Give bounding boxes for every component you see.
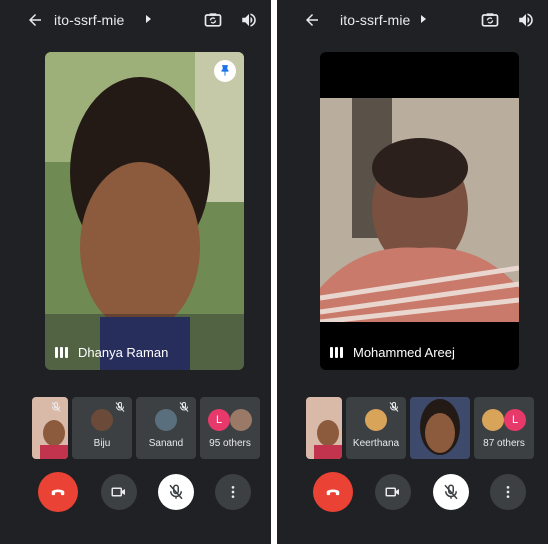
self-view-tile[interactable] [306,397,342,459]
mic-off-icon [51,401,61,412]
participant-label: Sanand [148,438,184,449]
end-call-icon [51,489,65,496]
audio-level-icon [330,347,343,358]
participant-tile[interactable] [410,397,470,459]
avatar [230,409,252,431]
participant-tile[interactable]: Sanand [136,397,196,459]
camera-button[interactable] [375,474,411,510]
caret-right-icon[interactable] [421,15,426,23]
speaker-video [320,98,519,322]
participant-label: Keerthana [352,438,400,449]
more-vert-icon [506,486,510,498]
speaker-name-tag: Mohammed Areej [330,345,455,360]
participant-label: Biju [93,438,111,449]
mic-button[interactable] [433,474,469,510]
participant-tile[interactable]: Biju [72,397,132,459]
switch-camera-icon[interactable] [203,10,223,30]
end-call-icon [326,489,340,496]
avatar [482,409,504,431]
camera-icon [111,487,125,497]
speaker-name: Mohammed Areej [353,345,455,360]
caret-right-icon[interactable] [146,15,151,23]
participant-video [410,397,470,459]
mic-off-icon [444,484,458,500]
avatar: L [208,409,230,431]
pin-button[interactable] [214,60,236,82]
camera-button[interactable] [101,474,137,510]
avatar [365,409,387,431]
meeting-code[interactable]: ito-ssrf-mie [54,12,124,28]
end-call-button[interactable] [38,472,78,512]
others-tile[interactable]: L 87 others [474,397,534,459]
switch-camera-icon[interactable] [480,10,500,30]
avatar [91,409,113,431]
avatar [155,409,177,431]
meet-screen-right: ito-ssrf-mie Mohammed Areej Keerthana L … [277,0,548,544]
main-video-tile[interactable]: Dhanya Raman [45,52,244,370]
self-view-tile[interactable] [32,397,68,459]
mic-off-icon [389,401,399,412]
speaker-name-tag: Dhanya Raman [55,345,168,360]
more-options-button[interactable] [490,474,526,510]
meet-screen-left: ito-ssrf-mie Dhanya Raman Biju Sanand L … [0,0,271,544]
call-controls [0,472,271,514]
more-vert-icon [231,486,235,498]
arrow-left-icon[interactable] [303,11,321,29]
speaker-icon[interactable] [240,11,258,29]
speaker-video [45,52,244,370]
participant-label: 95 others [209,438,251,449]
top-bar: ito-ssrf-mie [277,0,548,42]
participant-strip: Biju Sanand L 95 others [32,397,260,459]
speaker-name: Dhanya Raman [78,345,169,360]
arrow-left-icon[interactable] [26,11,44,29]
participant-strip: Keerthana L 87 others [306,397,534,459]
speaker-icon[interactable] [517,11,535,29]
avatar: L [504,409,526,431]
top-bar: ito-ssrf-mie [0,0,271,42]
end-call-button[interactable] [313,472,353,512]
mic-button[interactable] [158,474,194,510]
call-controls [277,472,548,514]
pin-icon [221,65,229,76]
meeting-code[interactable]: ito-ssrf-mie [340,12,410,28]
mic-off-icon [169,484,183,500]
others-tile[interactable]: L 95 others [200,397,260,459]
participant-label: 87 others [483,438,525,449]
mic-off-icon [115,401,125,412]
audio-level-icon [55,347,68,358]
participant-tile[interactable]: Keerthana [346,397,406,459]
camera-icon [385,487,399,497]
self-video [306,397,342,459]
more-options-button[interactable] [215,474,251,510]
mic-off-icon [179,401,189,412]
main-video-tile[interactable]: Mohammed Areej [320,52,519,370]
